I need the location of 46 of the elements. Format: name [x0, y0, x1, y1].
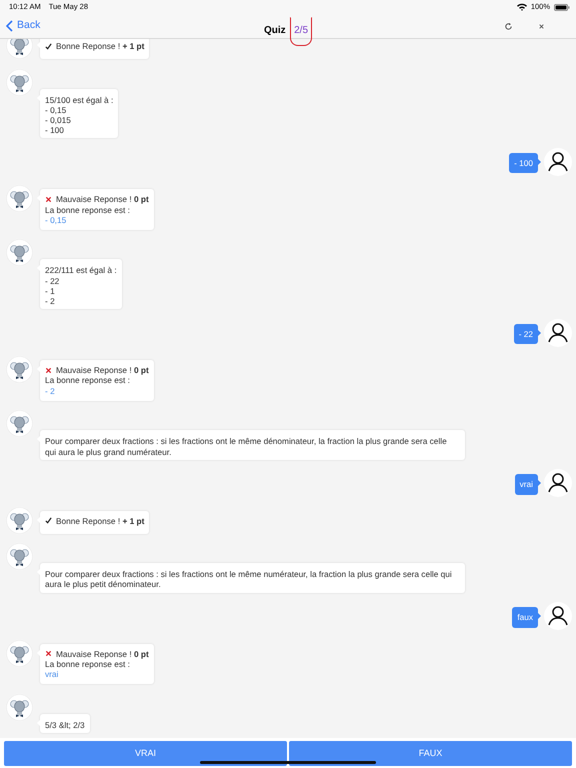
question-line: 5/3 &lt; 2/3 — [45, 720, 85, 730]
question-line: 15/100 est égal à : — [45, 94, 114, 105]
feedback-text: Bonne Reponse ! + 1 pt — [56, 41, 144, 52]
question-line: - 100 — [45, 125, 65, 136]
avatar-icon — [6, 356, 33, 384]
annotation-mark — [290, 17, 312, 46]
feedback-label: La bonne reponse est : — [45, 658, 131, 670]
wifi-icon — [516, 3, 527, 11]
question-line: - 0,15 — [45, 104, 68, 115]
question-line: - 22 — [45, 276, 60, 286]
quiz-progress: 2/5 — [294, 25, 308, 36]
avatar-icon — [6, 506, 33, 534]
avatar-icon — [6, 694, 33, 721]
feedback-text: Mauvaise Reponse ! 0 pt — [56, 648, 149, 659]
answer-bubble: vrai — [514, 474, 538, 495]
question-line: - 0,015 — [45, 114, 72, 126]
answer-bubble: faux — [512, 607, 538, 628]
correct-answer: - 2 — [45, 386, 56, 396]
answer-bubble: - 100 — [509, 152, 538, 174]
feedback-text: Bonne Reponse ! + 1 pt — [56, 516, 144, 526]
avatar-icon — [6, 68, 33, 96]
chevron-icon — [6, 20, 13, 32]
feedback-label: La bonne reponse est : — [45, 204, 131, 215]
feedback-text: Mauvaise Reponse ! 0 pt — [56, 194, 149, 205]
battery-icon — [554, 4, 570, 10]
avatar-icon — [6, 410, 33, 438]
close-icon[interactable] — [537, 22, 546, 30]
answer-button[interactable]: FAUX — [289, 741, 572, 766]
avatar-icon — [6, 239, 33, 266]
back-button[interactable]: Back — [6, 18, 40, 34]
refresh-icon[interactable] — [504, 22, 513, 30]
avatar-icon — [6, 640, 33, 667]
correct-answer: - 0,15 — [45, 214, 68, 225]
answer-button[interactable]: VRAI — [4, 741, 287, 766]
answer-bubble: - 22 — [514, 324, 538, 344]
correct-answer: vrai — [45, 669, 60, 680]
question-line: Pour comparer deux fractions : si les fractions ont le même numérateur, la fraction la plus grande sera celle qui aura le plus petit dénominateur. — [45, 569, 453, 590]
question-line: - 1 — [45, 286, 56, 296]
screen-title: Quiz — [264, 25, 286, 36]
avatar-icon — [6, 543, 33, 570]
question-line: 222/111 est égal à : — [45, 265, 117, 276]
avatar-icon — [6, 185, 33, 212]
question-line: Pour comparer deux fractions : si les fractions ont le même dénominateur, la fraction la plus grande sera celle qui aura le plus grand numérateur. — [45, 436, 448, 457]
feedback-text: Mauvaise Reponse ! 0 pt — [56, 365, 149, 376]
feedback-label: La bonne reponse est : — [45, 375, 131, 386]
question-line: - 2 — [45, 296, 56, 306]
